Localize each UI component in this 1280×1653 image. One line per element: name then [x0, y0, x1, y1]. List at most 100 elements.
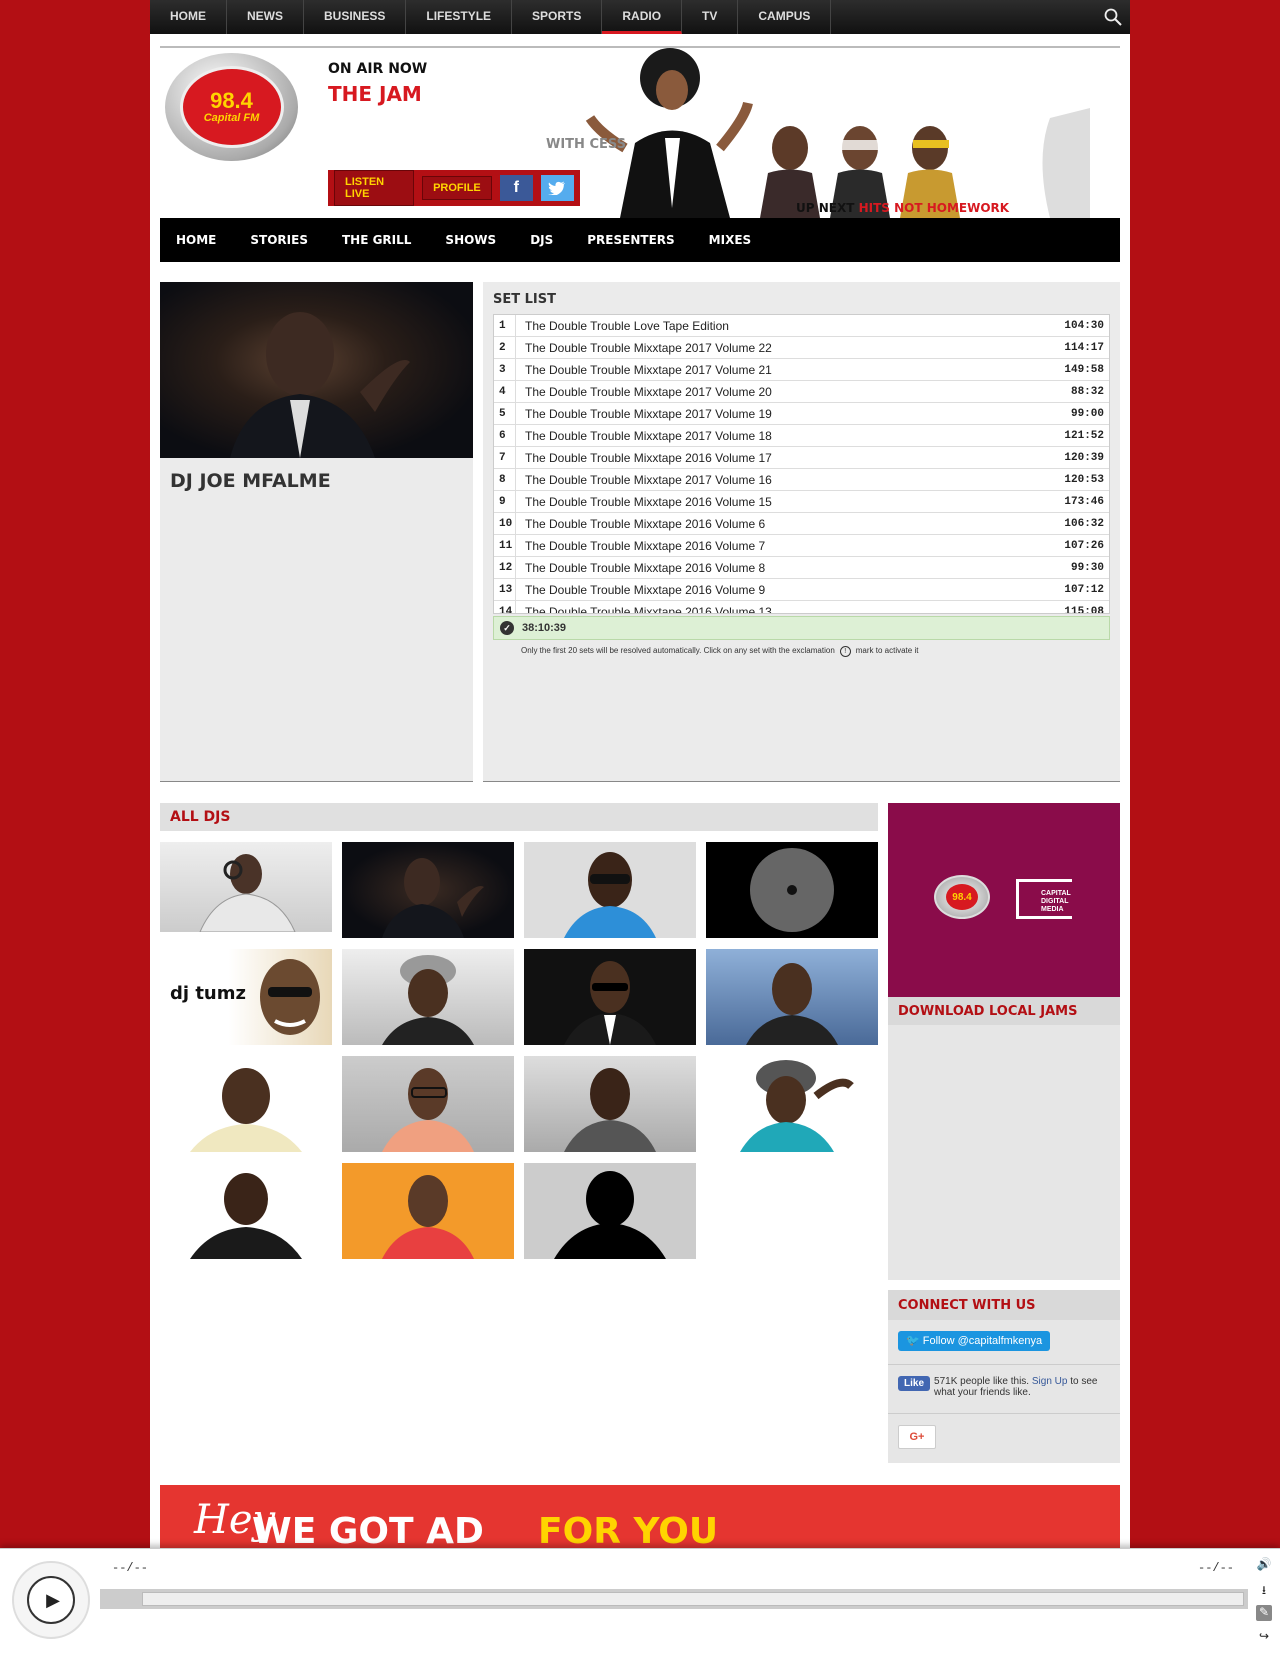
- capital-digital-media-ad[interactable]: 98.4 CAPITAL DIGITAL MEDIA: [888, 803, 1120, 997]
- dj-thumb-silhouette[interactable]: [524, 1163, 696, 1259]
- elapsed-time: --/--: [112, 1561, 149, 1575]
- dj-thumb[interactable]: [524, 949, 696, 1045]
- setlist-row-title: The Double Trouble Mixxtape 2017 Volume …: [525, 340, 772, 355]
- dj-thumb[interactable]: [342, 949, 514, 1045]
- setlist-row[interactable]: 10 The Double Trouble Mixxtape 2016 Volum…: [494, 512, 1109, 535]
- download-title: DOWNLOAD LOCAL JAMS: [888, 997, 1120, 1025]
- ad-logo: 98.4: [934, 875, 990, 919]
- progress-bar[interactable]: [100, 1589, 1248, 1609]
- setlist-row-title: The Double Trouble Mixxtape 2017 Volume …: [525, 428, 772, 443]
- all-djs-title: ALL DJS: [170, 809, 231, 825]
- setlist-row-number: 2: [494, 336, 516, 359]
- subnav-djs[interactable]: DJS: [530, 233, 553, 247]
- top-nav: HOME NEWS BUSINESS LIFESTYLE SPORTS RADI…: [150, 0, 1130, 34]
- listen-live-button[interactable]: LISTEN LIVE: [334, 170, 415, 206]
- volume-icon[interactable]: 🔊: [1256, 1557, 1272, 1573]
- subnav-stories[interactable]: STORIES: [250, 233, 308, 247]
- current-show-name: THE JAM: [328, 82, 422, 106]
- setlist-table[interactable]: 1 The Double Trouble Love Tape Edition 104…: [493, 314, 1110, 614]
- logo-frequency: 98.4: [210, 88, 253, 113]
- exclamation-icon: !: [839, 646, 851, 657]
- setlist-row-number: 10: [494, 512, 516, 535]
- dj-thumb[interactable]: dj tumz: [160, 949, 332, 1045]
- setlist-row-title: The Double Trouble Mixxtape 2016 Volume …: [525, 560, 766, 575]
- topnav-radio[interactable]: RADIO: [602, 0, 683, 34]
- setlist-row[interactable]: 6 The Double Trouble Mixxtape 2017 Volume…: [494, 424, 1109, 447]
- setlist-row-duration: 104:30: [1064, 319, 1104, 332]
- logo-brand: Capital FM: [203, 112, 260, 124]
- setlist-row[interactable]: 3 The Double Trouble Mixxtape 2017 Volume…: [494, 358, 1109, 381]
- setlist-note-text: Only the first 20 sets will be resolved …: [521, 646, 835, 655]
- topnav-sports[interactable]: SPORTS: [512, 0, 603, 34]
- dj-thumb[interactable]: [160, 1163, 332, 1259]
- setlist-row[interactable]: 11 The Double Trouble Mixxtape 2016 Volum…: [494, 534, 1109, 557]
- profile-button[interactable]: PROFILE: [422, 176, 492, 200]
- dj-photo: [160, 282, 473, 458]
- check-icon: ✓: [500, 621, 514, 635]
- dj-thumb[interactable]: [342, 1056, 514, 1152]
- setlist-row-duration: 120:39: [1064, 451, 1104, 464]
- setlist-row[interactable]: 7 The Double Trouble Mixxtape 2016 Volume…: [494, 446, 1109, 469]
- subnav-mixes[interactable]: MIXES: [709, 233, 752, 247]
- google-plus-button[interactable]: G+: [898, 1425, 936, 1449]
- dj-thumb[interactable]: [160, 842, 332, 932]
- setlist-row[interactable]: 5 The Double Trouble Mixxtape 2017 Volume…: [494, 402, 1109, 425]
- radio-subnav: HOME STORIES THE GRILL SHOWS DJS PRESENT…: [160, 218, 1120, 262]
- topnav-lifestyle[interactable]: LIFESTYLE: [406, 0, 513, 34]
- share-icon[interactable]: ↪: [1256, 1629, 1272, 1645]
- setlist-total: ✓ 38:10:39: [493, 616, 1110, 640]
- setlist-row[interactable]: 2 The Double Trouble Mixxtape 2017 Volume…: [494, 336, 1109, 359]
- setlist-row[interactable]: 12 The Double Trouble Mixxtape 2016 Volum…: [494, 556, 1109, 579]
- fb-count: 571K people like this.: [934, 1376, 1030, 1387]
- topnav-home[interactable]: HOME: [150, 0, 227, 34]
- setlist-row-number: 4: [494, 380, 516, 403]
- dj-thumb[interactable]: [160, 1056, 332, 1152]
- setlist-row-title: The Double Trouble Mixxtape 2017 Volume …: [525, 362, 772, 377]
- fb-signup-link[interactable]: Sign Up: [1032, 1376, 1068, 1387]
- facebook-icon[interactable]: f: [499, 175, 533, 201]
- twitter-icon[interactable]: [540, 175, 574, 201]
- setlist-row[interactable]: 4 The Double Trouble Mixxtape 2017 Volume…: [494, 380, 1109, 403]
- setlist-row-number: 8: [494, 468, 516, 491]
- setlist-row-number: 9: [494, 490, 516, 513]
- topnav-tv[interactable]: TV: [682, 0, 739, 34]
- popout-icon[interactable]: ✎: [1256, 1605, 1272, 1621]
- progress-track[interactable]: [142, 1592, 1244, 1606]
- setlist-row-title: The Double Trouble Mixxtape 2017 Volume …: [525, 406, 772, 421]
- subnav-shows[interactable]: SHOWS: [445, 233, 496, 247]
- fb-like-button[interactable]: Like: [898, 1376, 931, 1391]
- total-time: --/--: [1198, 1561, 1235, 1575]
- topnav-news[interactable]: NEWS: [227, 0, 304, 34]
- subnav-home[interactable]: HOME: [176, 233, 216, 247]
- setlist-row[interactable]: 8 The Double Trouble Mixxtape 2017 Volume…: [494, 468, 1109, 491]
- setlist-row[interactable]: 14 The Double Trouble Mixxtape 2016 Volum…: [494, 600, 1109, 613]
- divider: [888, 1413, 1120, 1414]
- search-icon[interactable]: [1104, 8, 1122, 26]
- up-next-show: HITS NOT HOMEWORK: [858, 201, 1010, 215]
- setlist-note-tail: mark to activate it: [855, 646, 919, 655]
- subnav-the-grill[interactable]: THE GRILL: [342, 233, 411, 247]
- dj-thumb[interactable]: [706, 1056, 878, 1152]
- up-next-label: UP NEXT: [796, 201, 855, 215]
- dj-thumb[interactable]: [524, 842, 696, 938]
- dj-thumb[interactable]: [706, 949, 878, 1045]
- dj-thumb[interactable]: [342, 1163, 514, 1259]
- twitter-follow-button[interactable]: 🐦 Follow @capitalfmkenya: [898, 1331, 1051, 1351]
- setlist-row-duration: 149:58: [1064, 363, 1104, 376]
- play-button[interactable]: ▶: [12, 1561, 90, 1639]
- setlist-row-title: The Double Trouble Mixxtape 2016 Volume …: [525, 582, 766, 597]
- subnav-presenters[interactable]: PRESENTERS: [587, 233, 674, 247]
- setlist-row[interactable]: 9 The Double Trouble Mixxtape 2016 Volume…: [494, 490, 1109, 513]
- dj-thumb[interactable]: [524, 1056, 696, 1152]
- setlist-row[interactable]: 1 The Double Trouble Love Tape Edition 104…: [494, 315, 1109, 337]
- capital-fm-logo[interactable]: 98.4 Capital FM: [165, 53, 298, 161]
- topnav-business[interactable]: BUSINESS: [304, 0, 407, 34]
- dj-thumb-placeholder[interactable]: [706, 842, 878, 938]
- connect-panel: CONNECT WITH US 🐦 Follow @capitalfmkenya…: [888, 1290, 1120, 1463]
- dj-thumb[interactable]: [342, 842, 514, 938]
- setlist-row-number: 5: [494, 402, 516, 425]
- download-icon[interactable]: ⭳: [1256, 1581, 1272, 1597]
- setlist-row-number: 13: [494, 578, 516, 601]
- setlist-row[interactable]: 13 The Double Trouble Mixxtape 2016 Volum…: [494, 578, 1109, 601]
- topnav-campus[interactable]: CAMPUS: [738, 0, 832, 34]
